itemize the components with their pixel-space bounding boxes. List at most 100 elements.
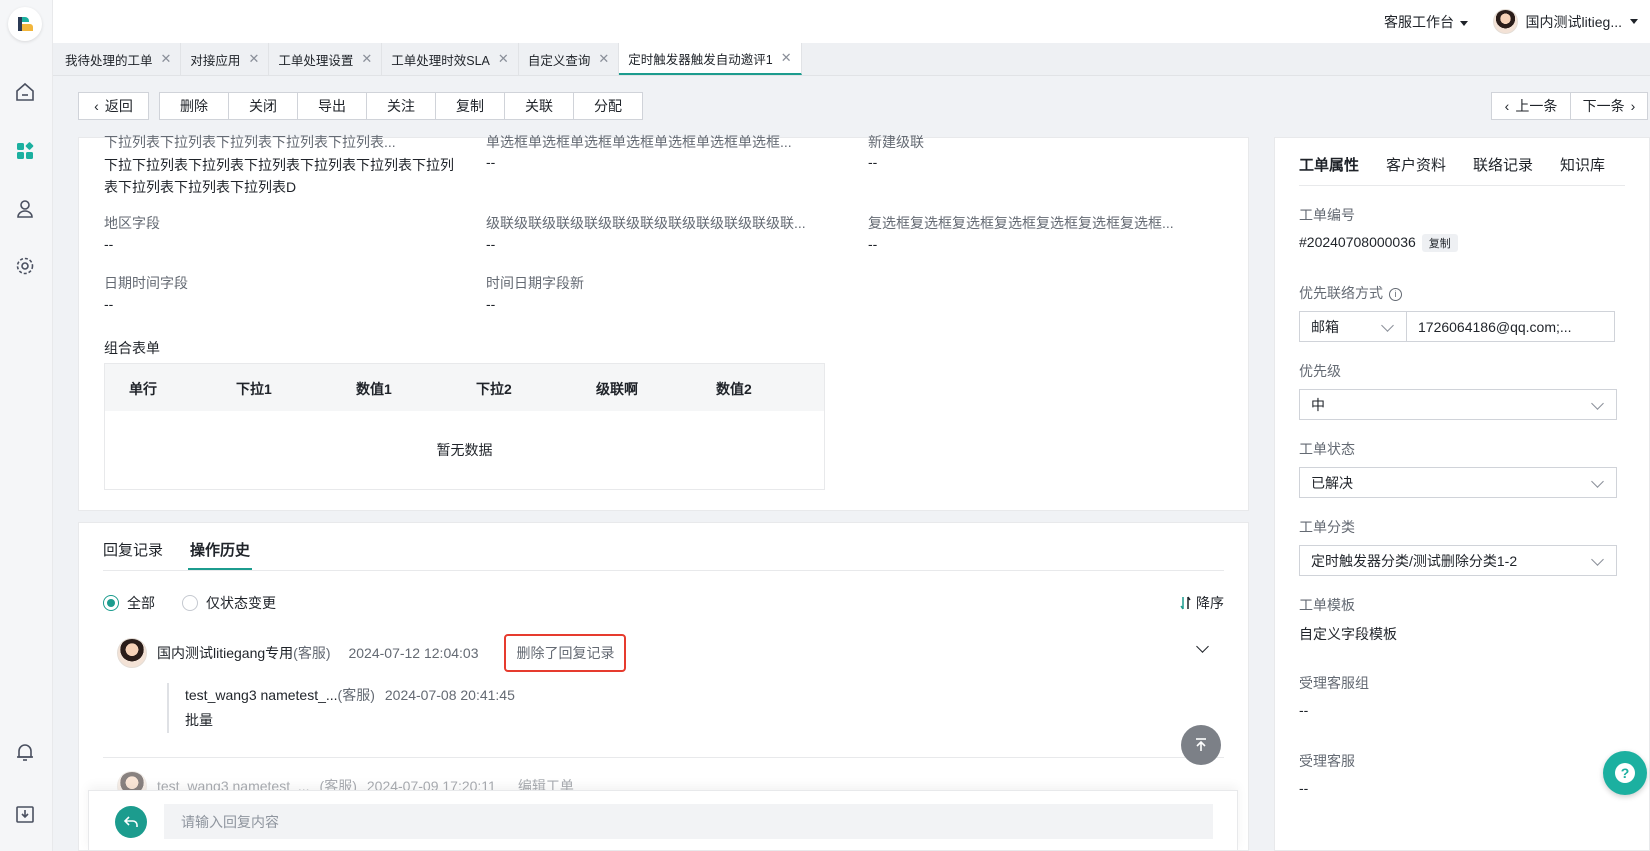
tab-trigger-review[interactable]: 定时触发器触发自动邀评1 ✕ — [619, 43, 802, 75]
tab-label: 工单处理设置 — [278, 53, 354, 68]
radio-unchecked-icon — [182, 595, 198, 611]
field-value: -- — [868, 154, 878, 170]
radio-checked-icon — [103, 595, 119, 611]
close-icon[interactable]: ✕ — [781, 50, 792, 66]
column-header: 下拉2 — [476, 381, 512, 397]
avatar — [1492, 9, 1518, 34]
chevron-right-icon: › — [1630, 98, 1636, 114]
category-select[interactable]: 定时触发器分类/测试删除分类1-2 — [1299, 545, 1617, 576]
help-button[interactable]: ? — [1603, 751, 1647, 795]
follow-button[interactable]: 关注 — [367, 93, 436, 119]
user-menu[interactable]: 国内测试litieg... — [1492, 9, 1638, 34]
field-value: -- — [486, 154, 496, 170]
chevron-down-icon — [1591, 553, 1604, 566]
tab-custom-query[interactable]: 自定义查询 ✕ — [519, 43, 620, 75]
tab-label: 我待处理的工单 — [65, 53, 153, 68]
close-icon[interactable]: ✕ — [598, 51, 609, 67]
export-button[interactable]: 导出 — [298, 93, 367, 119]
empty-state: 暂无数据 — [436, 442, 493, 458]
tab-integration[interactable]: 对接应用 ✕ — [181, 43, 270, 75]
sort-toggle[interactable]: 降序 — [1180, 593, 1224, 613]
status-label: 工单状态 — [1299, 441, 1355, 457]
close-icon[interactable]: ✕ — [361, 51, 372, 67]
back-label: 返回 — [104, 98, 133, 114]
tab-reply-records[interactable]: 回复记录 — [103, 539, 163, 560]
info-icon[interactable]: i — [1389, 287, 1402, 301]
quote-user: test_wang3 nametest_... — [185, 687, 338, 703]
field-value: 下拉下拉列表下拉列表下拉列表下拉列表下拉列表下拉列表下拉列表下拉列表下拉列表D — [104, 157, 454, 195]
chevron-down-icon — [1381, 319, 1394, 332]
tab-knowledge-base[interactable]: 知识库 — [1560, 154, 1605, 175]
contact-label: 优先联络方式 i — [1299, 283, 1402, 303]
arrow-up-icon — [1196, 738, 1206, 751]
field-value: -- — [868, 236, 878, 252]
close-ticket-button[interactable]: 关闭 — [229, 93, 298, 119]
tab-operation-history[interactable]: 操作历史 — [187, 539, 253, 570]
svg-text:?: ? — [1621, 765, 1630, 781]
radio-label: 仅状态变更 — [206, 595, 276, 611]
tab-sla[interactable]: 工单处理时效SLA ✕ — [382, 43, 519, 75]
contact-value-field[interactable]: 1726064186@qq.com;... — [1406, 311, 1615, 342]
reply-input[interactable] — [164, 804, 1213, 839]
bell-icon[interactable] — [13, 740, 37, 764]
reply-button[interactable] — [115, 806, 147, 838]
prev-button[interactable]: ‹ 上一条 — [1491, 92, 1571, 120]
field-label: 级联级联级联级联级联级联级联级联级联级联级联... — [486, 215, 806, 231]
sort-label: 降序 — [1196, 595, 1224, 611]
chevron-down-icon — [1591, 397, 1604, 410]
priority-select[interactable]: 中 — [1299, 389, 1617, 420]
tab-ticket-attributes[interactable]: 工单属性 — [1299, 154, 1359, 175]
left-rail — [0, 0, 53, 851]
back-to-top-button[interactable] — [1181, 725, 1221, 765]
composite-title: 组合表单 — [104, 340, 160, 356]
chevron-down-icon — [1591, 475, 1604, 488]
close-icon[interactable]: ✕ — [498, 51, 509, 67]
status-select[interactable]: 已解决 — [1299, 467, 1617, 498]
customer-icon[interactable] — [13, 197, 37, 221]
field-label: 新建级联 — [868, 134, 924, 150]
contact-type-select[interactable]: 邮箱 — [1299, 311, 1407, 342]
tab-label: 自定义查询 — [527, 53, 591, 68]
delete-button[interactable]: 删除 — [160, 93, 229, 119]
table-header: 单行 下拉1 数值1 下拉2 级联啊 数值2 — [105, 364, 824, 411]
field-label: 时间日期字段新 — [486, 275, 584, 291]
close-icon[interactable]: ✕ — [161, 51, 172, 67]
contact-type-value: 邮箱 — [1311, 318, 1339, 335]
close-icon[interactable]: ✕ — [248, 51, 259, 67]
ticket-no-value: #20240708000036 — [1299, 234, 1416, 250]
copy-button[interactable]: 复制 — [436, 93, 505, 119]
column-header: 级联啊 — [596, 381, 638, 397]
history-user: 国内测试litiegang专用(客服) — [157, 643, 330, 663]
field-value: -- — [104, 296, 114, 312]
settings-icon[interactable] — [13, 254, 37, 278]
user-role: (客服) — [293, 645, 331, 661]
assign-button[interactable]: 分配 — [574, 93, 642, 119]
category-value: 定时触发器分类/测试删除分类1-2 — [1311, 552, 1518, 569]
template-value: 自定义字段模板 — [1299, 626, 1397, 642]
next-label: 下一条 — [1582, 98, 1625, 114]
column-header: 下拉1 — [236, 381, 272, 397]
home-icon[interactable] — [13, 80, 37, 104]
group-value: -- — [1299, 702, 1309, 718]
tab-pending-tickets[interactable]: 我待处理的工单 ✕ — [56, 43, 182, 75]
next-button[interactable]: 下一条 › — [1570, 92, 1648, 120]
tab-ticket-settings[interactable]: 工单处理设置 ✕ — [269, 43, 383, 75]
app-logo[interactable] — [8, 7, 42, 41]
workbench-switcher[interactable]: 客服工作台 — [1384, 12, 1468, 32]
filter-status-radio[interactable]: 仅状态变更 — [182, 593, 276, 613]
tab-contact-records[interactable]: 联络记录 — [1473, 154, 1533, 175]
filter-all-radio[interactable]: 全部 — [103, 593, 155, 613]
avatar — [117, 638, 147, 668]
column-header: 数值2 — [716, 381, 752, 397]
tab-customer-info[interactable]: 客户资料 — [1386, 154, 1446, 175]
back-button[interactable]: ‹ 返回 — [78, 92, 149, 120]
copy-tag[interactable]: 复制 — [1421, 234, 1458, 253]
radio-label: 全部 — [127, 595, 155, 611]
template-label: 工单模板 — [1299, 597, 1355, 613]
workbench-icon[interactable] — [13, 139, 37, 163]
priority-label: 优先级 — [1299, 363, 1341, 379]
download-icon[interactable] — [13, 802, 37, 826]
link-button[interactable]: 关联 — [505, 93, 574, 119]
chevron-down-icon[interactable] — [1196, 640, 1209, 653]
workbench-label: 客服工作台 — [1384, 14, 1454, 30]
